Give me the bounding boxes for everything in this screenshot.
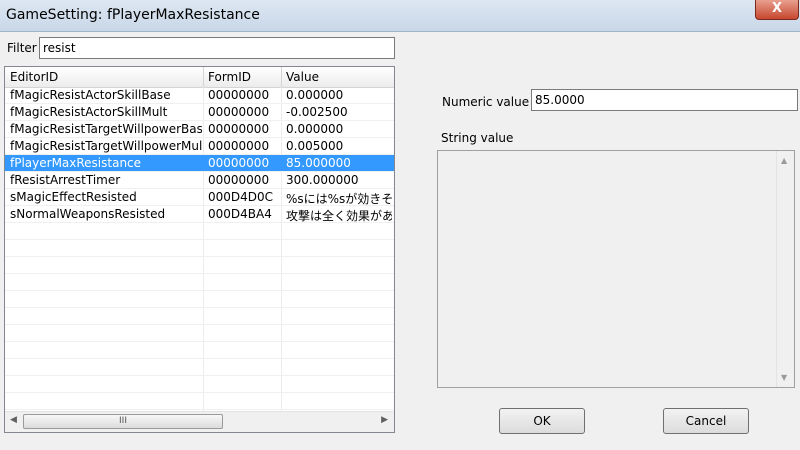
column-header-value[interactable]: Value [286, 70, 319, 84]
close-icon: X [771, 1, 783, 16]
form-id-cell: 000D4D0C [208, 190, 274, 204]
editor-id-cell: fMagicResistTargetWillpowerMult [10, 139, 202, 153]
table-row[interactable]: fMagicResistTargetWillpowerMult 00000000 0… [5, 138, 394, 155]
column-header-editorid[interactable]: EditorID [10, 70, 58, 84]
column-header-row: EditorID FormID Value [5, 67, 394, 88]
scroll-thumb[interactable]: III [23, 414, 223, 429]
table-row[interactable]: sNormalWeaponsResisted 000D4BA4 攻撃は全く効果があり… [5, 206, 394, 223]
string-value-label: String value [441, 131, 514, 145]
title-bar: GameSetting: fPlayerMaxResistance X [0, 0, 800, 32]
numeric-value-label: Numeric value [442, 95, 530, 109]
editor-id-cell: fMagicResistTargetWillpowerBase [10, 122, 202, 136]
table-row[interactable]: fPlayerMaxResistance 00000000 85.000000 [5, 155, 394, 172]
editor-id-cell: sNormalWeaponsResisted [10, 207, 166, 221]
empty-row [5, 393, 394, 410]
empty-row [5, 274, 394, 291]
close-button[interactable]: X [755, 0, 799, 20]
scroll-left-icon[interactable]: ◀ [10, 415, 17, 425]
empty-row [5, 342, 394, 359]
value-cell: 攻撃は全く効果がありま [286, 209, 392, 223]
editor-id-cell: sMagicEffectResisted [10, 190, 137, 204]
empty-row [5, 308, 394, 325]
empty-row [5, 325, 394, 342]
column-header-formid[interactable]: FormID [208, 70, 251, 84]
editor-id-cell: fMagicResistActorSkillBase [10, 88, 171, 102]
scroll-right-icon[interactable]: ▶ [381, 415, 388, 425]
form-id-cell: 00000000 [208, 105, 270, 119]
empty-row [5, 223, 394, 240]
value-cell: 85.000000 [286, 156, 351, 170]
numeric-value-input[interactable] [531, 89, 798, 111]
filter-input[interactable] [39, 37, 395, 59]
ok-button[interactable]: OK [499, 408, 585, 434]
table-row[interactable]: fMagicResistActorSkillBase 00000000 0.0000… [5, 87, 394, 104]
value-cell: 0.005000 [286, 139, 344, 153]
form-id-cell: 00000000 [208, 156, 270, 170]
filter-label: Filter [7, 41, 37, 55]
column-divider[interactable] [281, 67, 282, 87]
vertical-scrollbar[interactable]: ▲ ▼ [776, 151, 794, 387]
table-row[interactable]: fMagicResistActorSkillMult 00000000 -0.002… [5, 104, 394, 121]
list-rows: fMagicResistActorSkillBase 00000000 0.0000… [5, 87, 394, 427]
empty-row [5, 359, 394, 376]
empty-row [5, 240, 394, 257]
value-cell: 0.000000 [286, 122, 344, 136]
value-cell: 300.000000 [286, 173, 359, 187]
empty-row [5, 376, 394, 393]
value-cell: -0.002500 [286, 105, 348, 119]
table-row[interactable]: fMagicResistTargetWillpowerBase 00000000 0… [5, 121, 394, 138]
editor-id-cell: fResistArrestTimer [10, 173, 121, 187]
value-cell: %sには%sが効きそうにな [286, 192, 392, 206]
editor-id-cell: fMagicResistActorSkillMult [10, 105, 168, 119]
value-cell: 0.000000 [286, 88, 344, 102]
string-value-textarea[interactable]: ▲ ▼ [437, 150, 795, 388]
scroll-up-icon[interactable]: ▲ [781, 156, 787, 165]
form-id-cell: 00000000 [208, 88, 270, 102]
scroll-down-icon[interactable]: ▼ [781, 373, 787, 382]
form-id-cell: 00000000 [208, 122, 270, 136]
empty-row [5, 257, 394, 274]
column-divider[interactable] [203, 67, 204, 87]
window-title: GameSetting: fPlayerMaxResistance [6, 7, 260, 23]
empty-row [5, 291, 394, 308]
settings-list[interactable]: EditorID FormID Value fMagicResistActorS… [4, 66, 395, 433]
form-id-cell: 00000000 [208, 173, 270, 187]
cancel-button[interactable]: Cancel [663, 408, 749, 434]
horizontal-scrollbar[interactable]: ◀ III ▶ [5, 411, 394, 432]
table-row[interactable]: sMagicEffectResisted 000D4D0C %sには%sが効きそうに… [5, 189, 394, 206]
table-row[interactable]: fResistArrestTimer 00000000 300.000000 [5, 172, 394, 189]
form-id-cell: 00000000 [208, 139, 270, 153]
editor-id-cell: fPlayerMaxResistance [10, 156, 142, 170]
form-id-cell: 000D4BA4 [208, 207, 272, 221]
